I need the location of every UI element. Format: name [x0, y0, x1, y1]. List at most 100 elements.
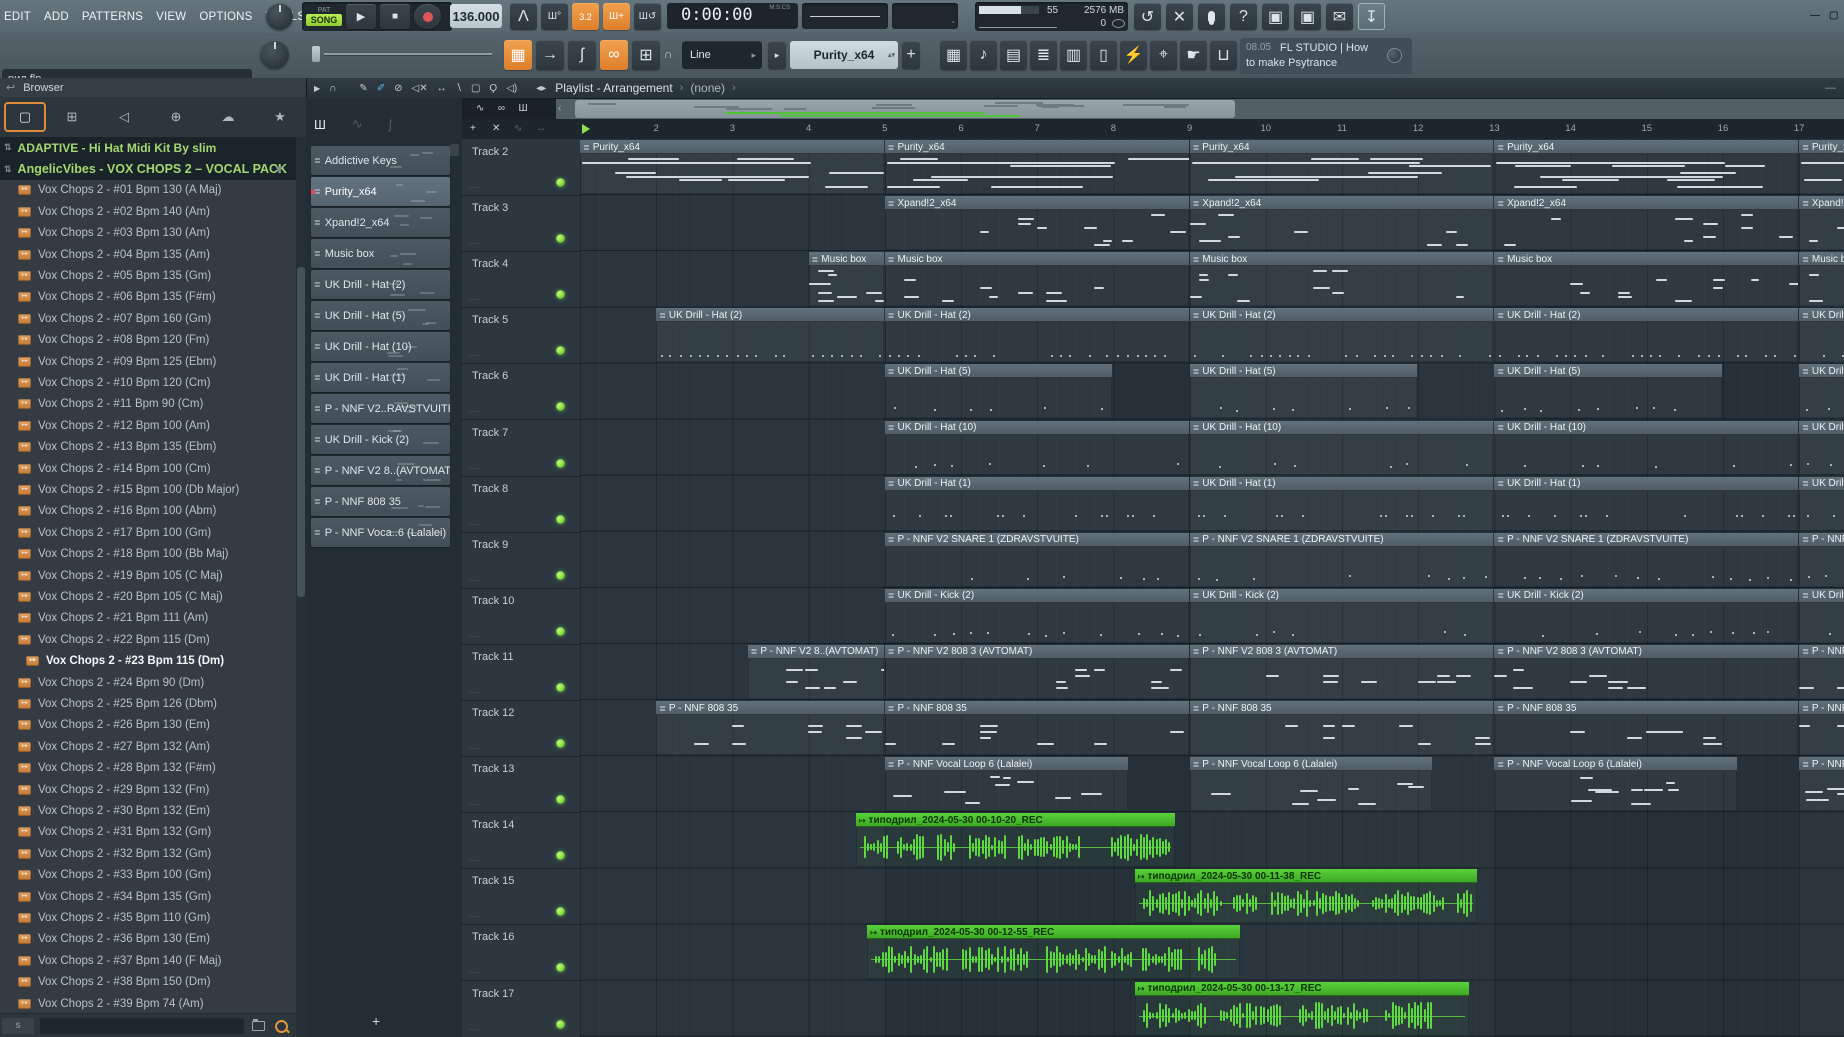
- browser-tab-sounds[interactable]: ◁: [98, 109, 150, 125]
- playlist-clip[interactable]: ≣UK Drill - Hat (2): [656, 308, 884, 363]
- browser-item[interactable]: ↦ Vox Chops 2 - #19 Bpm 105 (C Maj): [0, 565, 296, 586]
- playlist-clip[interactable]: ≣P - NNF V2 SNARE 1 (ZDRAVSTVUITE): [1189, 532, 1494, 587]
- track-mute-led[interactable]: [556, 178, 565, 188]
- browser-item[interactable]: ↦ Vox Chops 2 - #35 Bpm 110 (Gm): [0, 907, 296, 928]
- browser-tab-current-project[interactable]: ⊞: [46, 109, 98, 125]
- browser-item[interactable]: ↦ Vox Chops 2 - #24 Bpm 90 (Dm): [0, 672, 296, 693]
- browser-item[interactable]: ↦ Vox Chops 2 - #21 Bpm 111 (Am): [0, 608, 296, 629]
- browser-item[interactable]: ↦ Vox Chops 2 - #36 Bpm 130 (Em): [0, 929, 296, 950]
- track-header[interactable]: Track 9 ···: [462, 532, 580, 589]
- pat-song-toggle[interactable]: PAT SONG: [306, 7, 342, 26]
- browser-tab-favorites[interactable]: ★: [254, 109, 306, 125]
- playlist-clip[interactable]: ≣P - NNF Vocal Loop 6 (Lalalei): [1494, 757, 1738, 812]
- audio-track-mode-icon[interactable]: ∿: [476, 103, 484, 114]
- browser-item[interactable]: ↦ Vox Chops 2 - #14 Bpm 100 (Cm): [0, 458, 296, 479]
- prev-instrument-button[interactable]: ▸: [768, 41, 786, 69]
- tempo-display[interactable]: 136.000: [450, 4, 502, 28]
- browser-item[interactable]: ↦ Vox Chops 2 - #01 Bpm 130 (A Maj): [0, 180, 296, 201]
- browser-item[interactable]: ↦ Vox Chops 2 - #38 Bpm 150 (Dm): [0, 972, 296, 993]
- playlist-clip[interactable]: ≣P - NNF Vocal Loop 6 (Lalalei): [1189, 757, 1433, 812]
- playlist-clip[interactable]: ≣UK Drill - Hat (5): [1189, 364, 1418, 419]
- track-mute-led[interactable]: [556, 570, 565, 580]
- playlist-clip[interactable]: ≣UK Drill - Hat (2): [1799, 308, 1844, 363]
- folder-icon[interactable]: [252, 1019, 265, 1031]
- metronome-button[interactable]: Λ: [510, 3, 537, 30]
- stretch-toggle-icon[interactable]: ↔: [536, 123, 546, 134]
- loop-record-button[interactable]: Ш↺: [634, 3, 661, 30]
- browser-item[interactable]: ↦ Vox Chops 2 - #33 Bpm 100 (Gm): [0, 865, 296, 886]
- browser-item[interactable]: ↦ Vox Chops 2 - #03 Bpm 130 (Am): [0, 223, 296, 244]
- panel-button-piano-roll[interactable]: ♪: [970, 40, 997, 70]
- browser-item[interactable]: ↦ Vox Chops 2 - #32 Bpm 132 (Gm): [0, 843, 296, 864]
- track-header[interactable]: Track 10 ···: [462, 588, 580, 645]
- arrangement-selector[interactable]: (none): [690, 81, 725, 95]
- playlist-clip[interactable]: ≣Purity_x64: [1494, 140, 1799, 195]
- song-label[interactable]: SONG: [306, 14, 342, 26]
- select-tool-icon[interactable]: ▢: [471, 83, 480, 94]
- playlist-clip[interactable]: ≣UK Drill - Hat (5): [884, 364, 1113, 419]
- playlist-clip[interactable]: ↦ типодрил_2024-05-30 00-11-38_REC: [1134, 869, 1477, 924]
- browser-item[interactable]: ↦ Vox Chops 2 - #10 Bpm 120 (Cm): [0, 372, 296, 393]
- browser-scrollbar-handle[interactable]: [297, 267, 305, 597]
- playlist-clip[interactable]: ≣Xpand!2_x64: [1189, 196, 1494, 251]
- playlist-clip[interactable]: ≣Music box: [1189, 252, 1494, 307]
- playlist-clip[interactable]: ≣P - NNF 808 35: [656, 701, 884, 756]
- main-pitch-slider-track[interactable]: [324, 53, 492, 55]
- playlist-clip[interactable]: ≣UK Drill - Hat (10): [1799, 420, 1844, 475]
- browser-item[interactable]: ↦ Vox Chops 2 - #39 Bpm 74 (Am): [0, 993, 296, 1013]
- browser-item[interactable]: ↦ Vox Chops 2 - #20 Bpm 105 (C Maj): [0, 586, 296, 607]
- playlist-clip[interactable]: ≣P - NNF 808 35: [1189, 701, 1494, 756]
- browser-header[interactable]: ↩ Browser: [0, 78, 306, 98]
- panel-button-touch-controller[interactable]: ☛: [1180, 40, 1207, 70]
- track-header[interactable]: Track 7 ···: [462, 420, 580, 477]
- microphone-button[interactable]: [1198, 3, 1225, 30]
- panel-button-project-notes[interactable]: ▯: [1090, 40, 1117, 70]
- track-header[interactable]: Track 15 ···: [462, 868, 580, 926]
- delete-tool-icon[interactable]: ⊘: [394, 83, 402, 94]
- maximize-window-button[interactable]: ▢: [1829, 10, 1838, 21]
- help-button[interactable]: ?: [1230, 3, 1257, 30]
- panel-button-playlist[interactable]: ▦: [940, 40, 967, 70]
- track-mute-led[interactable]: [556, 626, 565, 636]
- track-mute-led[interactable]: [556, 514, 565, 524]
- playlist-clip[interactable]: ≣UK Drill - Kick (2): [1799, 588, 1844, 643]
- playlist-clip[interactable]: ≣UK Drill - Kick (2): [1189, 588, 1494, 643]
- playlist-clip[interactable]: ≣UK Drill - Kick (2): [1494, 588, 1799, 643]
- menu-item-patterns[interactable]: PATTERNS: [82, 11, 143, 23]
- playlist-clip[interactable]: ≣Xpand!2_x64: [1494, 196, 1799, 251]
- pattern-cell[interactable]: ≣ Addictive Keys: [311, 146, 450, 175]
- link-mode-icon[interactable]: ∞: [498, 103, 505, 114]
- snap-selector[interactable]: Line ▸: [682, 41, 762, 69]
- panel-button-mixer[interactable]: ≣: [1030, 40, 1057, 70]
- playlist-clip[interactable]: ≣P - NNF V2 808 3 (AVTOMAT): [884, 644, 1189, 699]
- playlist-clip[interactable]: ≣UK Drill - Hat (5): [1494, 364, 1722, 419]
- panel-button-remote-control[interactable]: ⌖: [1150, 40, 1177, 70]
- track-mute-led[interactable]: [556, 1019, 565, 1029]
- menu-item-options[interactable]: OPTIONS: [199, 11, 252, 23]
- playlist-clip[interactable]: ≣UK Drill - Hat (1): [1189, 476, 1494, 531]
- browser-item[interactable]: ↦ Vox Chops 2 - #02 Bpm 140 (Am): [0, 201, 296, 222]
- main-pitch-slider-handle[interactable]: [312, 46, 320, 62]
- close-icon[interactable]: ✕: [492, 123, 500, 134]
- feedback-button[interactable]: ✉: [1326, 3, 1353, 30]
- pat-label[interactable]: PAT: [306, 7, 342, 14]
- browser-item[interactable]: ↦ Vox Chops 2 - #07 Bpm 160 (Gm): [0, 308, 296, 329]
- track-mute-led[interactable]: [556, 402, 565, 412]
- playlist-titlebar[interactable]: ▶ ∩ ✎ ✐ ⊘ ◁✕ ↔ ∖ ▢ Ϙ ◁) ◂▸ Playlist - Ar…: [306, 78, 1844, 99]
- crossfade-button[interactable]: ✕: [1166, 3, 1193, 30]
- playlist-clip[interactable]: ≣Purity_x64: [1189, 140, 1494, 195]
- playlist-clip[interactable]: ≣UK Drill - Hat (5): [1799, 364, 1844, 419]
- search-scope-label[interactable]: s: [2, 1018, 34, 1034]
- pattern-cell[interactable]: ≣ Xpand!2_x64: [311, 208, 450, 237]
- playlist-clip[interactable]: ≣Purity_x64: [884, 140, 1189, 195]
- browser-item[interactable]: ↦ Vox Chops 2 - #09 Bpm 125 (Ebm): [0, 351, 296, 372]
- browser-tab-cloud[interactable]: ☁: [202, 109, 254, 125]
- playlist-clip[interactable]: ≣UK Drill - Hat (2): [884, 308, 1189, 363]
- track-header[interactable]: Track 14 ···: [462, 812, 580, 870]
- save-button[interactable]: ▣: [1262, 3, 1289, 30]
- slip-tool-icon[interactable]: ↔: [437, 83, 447, 94]
- track-mute-led[interactable]: [556, 234, 565, 244]
- pattern-cell[interactable]: ≣ UK Drill - Hat (10): [311, 332, 450, 361]
- playhead-flag-icon[interactable]: [582, 124, 590, 134]
- playlist-clip[interactable]: ≣P - NNF 808 35: [1799, 701, 1844, 756]
